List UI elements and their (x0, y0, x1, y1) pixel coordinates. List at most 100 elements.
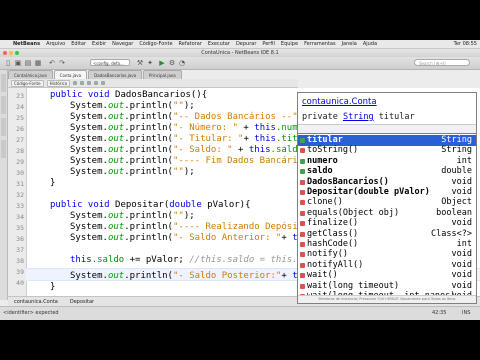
completion-item[interactable]: equals(Object obj) boolean (298, 208, 476, 219)
menu-ajuda[interactable]: Ajuda (360, 40, 380, 48)
completion-item-type: void (451, 270, 472, 281)
toggle-bookmark-icon[interactable] (94, 81, 99, 85)
tab-contaunica[interactable]: ContaUnica.java (8, 70, 53, 79)
javadoc-class-link[interactable]: contaunica.Conta (302, 97, 377, 107)
projects-panel-tab[interactable] (1, 74, 6, 92)
build-icon[interactable]: ⚒ (136, 59, 144, 67)
completion-item-name: notify() (307, 249, 348, 260)
menu-codigo-fonte[interactable]: Código-Fonte (136, 40, 175, 48)
code-token: pValor){ (201, 200, 251, 210)
tab-dadosbancarios[interactable]: DadosBancarios.java (88, 70, 143, 79)
services-panel-tab[interactable] (1, 118, 6, 136)
completion-item[interactable]: hashCode() int (298, 239, 476, 250)
field-token: out (107, 112, 125, 122)
files-panel-tab[interactable] (1, 96, 6, 114)
run-icon[interactable]: ▶ (158, 59, 166, 67)
insert-mode: INS (462, 310, 471, 316)
method-icon (300, 252, 305, 258)
keyword: this (254, 134, 276, 144)
menu-executar[interactable]: Executar (205, 40, 233, 48)
menu-equipe[interactable]: Equipe (278, 40, 301, 48)
cursor-position: 42:35 (432, 310, 447, 316)
code-line: } (50, 178, 55, 188)
code-completion-list[interactable]: titular String toString() String numero int sa… (297, 133, 477, 304)
menu-exibir[interactable]: Exibir (89, 40, 109, 48)
editor-tabs: ContaUnica.java Conta.java DadosBancario… (8, 70, 480, 79)
clean-build-icon[interactable]: ✦ (146, 59, 154, 67)
completion-item[interactable]: finalize() void (298, 218, 476, 229)
completion-item[interactable]: notify() void (298, 249, 476, 260)
new-project-icon[interactable]: ▣ (14, 59, 22, 67)
completion-item[interactable]: titular String (298, 135, 476, 146)
menu-refatorar[interactable]: Refatorar (176, 40, 205, 48)
menu-janela[interactable]: Janela (339, 40, 360, 48)
code-line: System.out.println(""); (70, 211, 195, 221)
completion-item[interactable]: Depositar(double pValor) void (298, 187, 476, 198)
string-literal: "- Titular: " (172, 134, 244, 144)
menu-ferramentas[interactable]: Ferramentas (301, 40, 339, 48)
forward-icon[interactable] (80, 81, 85, 85)
back-icon[interactable] (73, 81, 78, 85)
completion-item-type: void (451, 176, 472, 187)
completion-item[interactable]: toString() String (298, 145, 476, 156)
string-literal: "- Número: " (172, 123, 239, 133)
breadcrumb-class[interactable]: contaunica.Conta (8, 299, 64, 305)
code-line: System.out.println("- Titular: "+ this.t… (70, 134, 308, 144)
menu-perfil[interactable]: Perfil (259, 40, 278, 48)
new-file-icon[interactable]: ▯ (4, 59, 12, 67)
line-number: 40 (16, 279, 24, 287)
close-window-icon[interactable] (3, 51, 7, 55)
completion-item[interactable]: notifyAll() void (298, 260, 476, 271)
code-token: .println( (124, 145, 173, 155)
undo-icon[interactable]: ↶ (48, 59, 56, 67)
save-all-icon[interactable]: ▦ (34, 59, 42, 67)
code-line: System.out.println("---- Realizando Depó… (70, 222, 308, 232)
field-token: out (107, 222, 125, 232)
completion-item[interactable]: wait(long timeout) void (298, 281, 476, 292)
javadoc-type-link[interactable]: String (343, 112, 374, 122)
code-token: } (50, 282, 56, 292)
menu-navegar[interactable]: Navegar (109, 40, 136, 48)
completion-item-name: saldo (307, 166, 333, 177)
completion-item[interactable]: clone() Object (298, 197, 476, 208)
comment-icon[interactable] (101, 81, 106, 85)
line-number: 38 (16, 257, 24, 265)
menu-editar[interactable]: Editar (68, 40, 89, 48)
config-select[interactable]: <config. defa... (90, 59, 130, 66)
code-token: + (238, 123, 255, 133)
tab-principal[interactable]: Principal.java (143, 70, 182, 79)
source-button[interactable]: Código-Fonte (11, 79, 44, 87)
menu-netbeans[interactable]: NetBeans (10, 40, 43, 48)
minimize-window-icon[interactable] (9, 51, 13, 55)
completion-item[interactable]: DadosBancarios() void (298, 177, 476, 188)
history-button[interactable]: Histórico (46, 79, 71, 87)
redo-icon[interactable]: ↷ (58, 59, 66, 67)
code-token: System. (70, 233, 108, 243)
completion-item[interactable]: getClass() Class<?> (298, 229, 476, 240)
javadoc-footer (298, 124, 476, 133)
debug-icon[interactable]: ⚙ (168, 59, 176, 67)
code-token: .println( (124, 271, 173, 281)
profile-icon[interactable]: ◔ (178, 59, 186, 67)
apple-icon[interactable] (0, 40, 10, 48)
completion-item-name: wait() (307, 270, 338, 281)
breadcrumb-method[interactable]: Depositar (64, 299, 100, 305)
menu-arquivo[interactable]: Arquivo (43, 40, 68, 48)
main-toolbar: ▯ ▣ ▤ ▦ ↶ ↷ <config. defa... ⚒ ✦ ▶ ⚙ ◔ S… (0, 57, 480, 70)
open-project-icon[interactable]: ▤ (24, 59, 32, 67)
completion-item-name: titular (307, 135, 343, 145)
completion-item[interactable]: saldo double (298, 166, 476, 177)
completion-item[interactable]: numero int (298, 156, 476, 167)
completion-item[interactable]: wait() void (298, 270, 476, 281)
navigator-panel-tab[interactable] (1, 140, 6, 158)
code-token: } (50, 178, 56, 188)
tab-conta[interactable]: Conta.java (53, 70, 88, 79)
find-icon[interactable] (87, 81, 92, 85)
zoom-window-icon[interactable] (15, 51, 19, 55)
method-icon (300, 283, 305, 289)
search-input[interactable]: Search (⌘+I) (414, 59, 470, 66)
line-number: 29 (16, 158, 24, 166)
line-number: 36 (16, 235, 24, 243)
code-line: public void DadosBancarios(){ (50, 90, 207, 100)
menu-depurar[interactable]: Depurar (233, 40, 259, 48)
